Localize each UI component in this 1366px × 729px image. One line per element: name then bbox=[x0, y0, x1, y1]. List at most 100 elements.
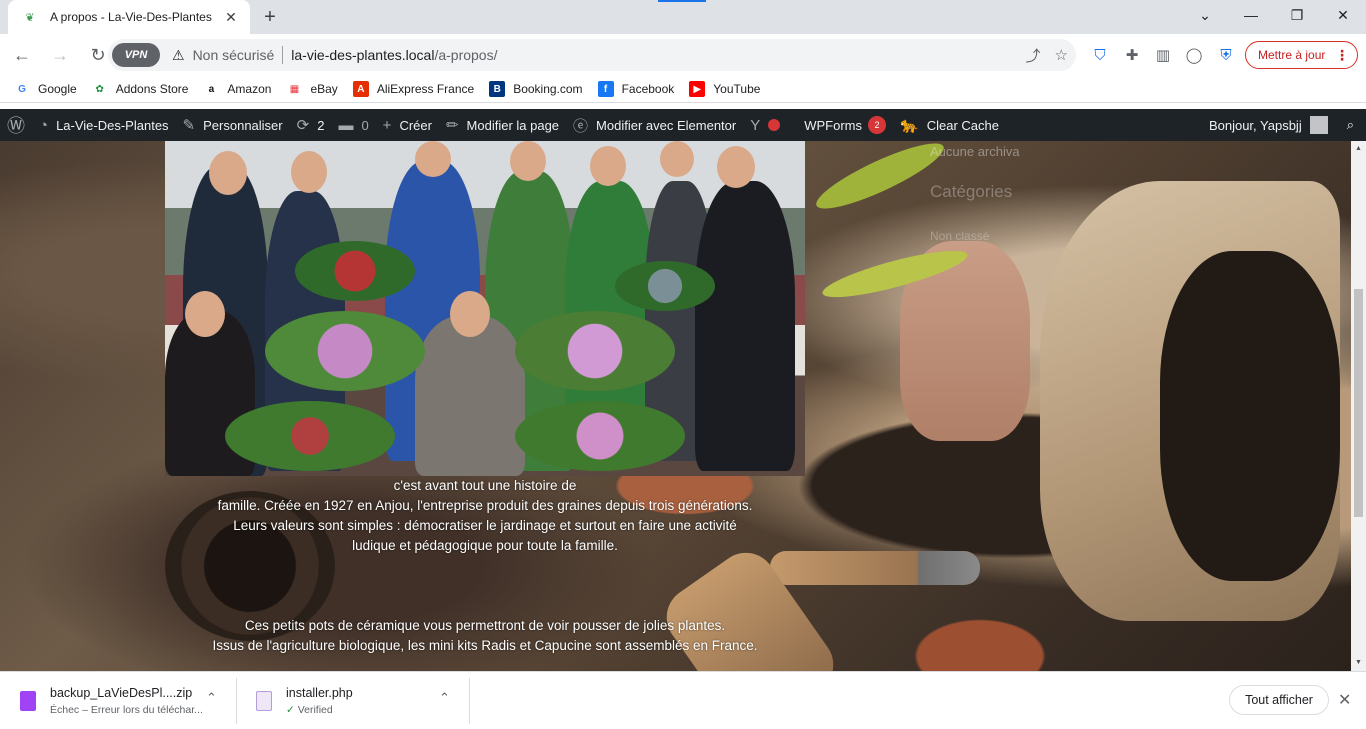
wp-account[interactable]: Bonjour, Yapsbjj bbox=[1202, 109, 1335, 141]
php-file-icon bbox=[256, 690, 272, 711]
wp-edit-page-label: Modifier la page bbox=[466, 117, 560, 133]
close-icon[interactable]: ✕ bbox=[1320, 0, 1366, 30]
more-icon[interactable]: ⋮ bbox=[1335, 47, 1349, 64]
bookmark-addons-store[interactable]: ✿ Addons Store bbox=[92, 81, 189, 97]
photo-head bbox=[660, 141, 694, 177]
text-line: Ces petits pots de céramique vous permet… bbox=[244, 618, 726, 633]
bookmark-youtube[interactable]: ▶ YouTube bbox=[689, 81, 760, 97]
close-icon[interactable]: ✕ bbox=[1338, 690, 1351, 710]
tab-indicator bbox=[658, 0, 706, 2]
wp-edit-elementor-label: Modifier avec Elementor bbox=[596, 117, 737, 133]
decorative-soil bbox=[1160, 251, 1340, 581]
aliexpress-icon: A bbox=[352, 81, 369, 97]
bookmark-amazon[interactable]: a Amazon bbox=[203, 81, 272, 97]
elementor-icon: ⓔ bbox=[573, 117, 589, 135]
plus-icon[interactable]: + bbox=[258, 5, 282, 29]
wp-site-name-label: La-Vie-Des-Plantes bbox=[56, 117, 169, 133]
wp-updates[interactable]: ⟳ 2 bbox=[290, 109, 332, 141]
bookmark-label: Booking.com bbox=[513, 82, 583, 96]
photo-head bbox=[415, 141, 451, 177]
url-path[interactable]: /a-propos/ bbox=[434, 47, 497, 63]
sidepanel-icon[interactable]: ▥ bbox=[1149, 34, 1177, 76]
pencil-icon: ✏ bbox=[445, 117, 459, 134]
minimize-icon[interactable]: — bbox=[1228, 0, 1274, 30]
restore-icon[interactable]: ❐ bbox=[1274, 0, 1320, 30]
booking-icon: B bbox=[489, 81, 506, 97]
wp-site-name[interactable]: ◔ La-Vie-Des-Plantes bbox=[32, 109, 176, 141]
bookmark-aliexpress-france[interactable]: A AliExpress France bbox=[352, 81, 474, 97]
tab-strip: ❦ A propos - La-Vie-Des-Plantes ✕ + ⌄ — … bbox=[0, 0, 1366, 34]
scrollbar-thumb[interactable] bbox=[1354, 289, 1363, 517]
wp-new-content[interactable]: + Créer bbox=[376, 109, 439, 141]
bookmark-google[interactable]: G Google bbox=[14, 81, 77, 97]
show-all-downloads-button[interactable]: Tout afficher bbox=[1229, 685, 1329, 715]
wp-wpforms[interactable]: WPForms 2 bbox=[797, 109, 893, 141]
bookmark-label: Addons Store bbox=[115, 82, 189, 96]
photo-head bbox=[717, 146, 755, 188]
star-icon[interactable]: ☆ bbox=[1055, 46, 1068, 64]
bookmarks-bar: G Google ✿ Addons Store a Amazon ▦ eBay A AliExpr… bbox=[0, 76, 1366, 103]
youtube-icon: ▶ bbox=[689, 81, 706, 97]
photo-plants bbox=[515, 401, 685, 471]
download-item-installer[interactable]: installer.php ✓ Verified bbox=[236, 672, 469, 729]
wp-edit-page[interactable]: ✏ Modifier la page bbox=[439, 109, 566, 141]
facebook-icon: f bbox=[597, 81, 614, 97]
team-photo bbox=[165, 141, 805, 476]
wp-comments[interactable]: ▬ 0 bbox=[331, 109, 375, 141]
ebay-icon: ▦ bbox=[289, 83, 300, 95]
addons-store-icon: ✿ bbox=[95, 83, 104, 95]
wp-seo[interactable]: Y bbox=[743, 109, 797, 141]
chevron-down-icon[interactable]: ⌄ bbox=[1182, 0, 1228, 30]
photo-head bbox=[185, 291, 225, 337]
download-name: backup_LaVieDesPl....zip bbox=[50, 685, 193, 700]
security-label[interactable]: Non sécurisé bbox=[193, 47, 275, 63]
wp-edit-elementor[interactable]: ⓔ Modifier avec Elementor bbox=[566, 109, 743, 141]
download-item-backup[interactable]: backup_LaVieDesPl....zip Échec – Erreur … bbox=[0, 672, 236, 729]
bookmark-ebay[interactable]: ▦ eBay bbox=[286, 81, 338, 97]
sidebar-archives-empty: Aucune archiva bbox=[930, 144, 1020, 159]
protection-icon[interactable]: ⛨ bbox=[1212, 34, 1240, 76]
sidebar-categories-title: Catégories bbox=[930, 182, 1013, 201]
bookmark-facebook[interactable]: f Facebook bbox=[597, 81, 675, 97]
scroll-down-icon[interactable]: ▼ bbox=[1351, 655, 1366, 669]
wp-customize[interactable]: ✎ Personnaliser bbox=[176, 109, 290, 141]
seo-status-dot bbox=[768, 119, 781, 131]
address-bar[interactable]: VPN ⚠ Non sécurisé la-vie-des-plantes.lo… bbox=[108, 39, 1076, 71]
text-line: Issus de l'agriculture biologique, les m… bbox=[212, 638, 758, 653]
bookmark-booking-com[interactable]: B Booking.com bbox=[489, 81, 583, 97]
share-icon[interactable]: ⤴ bbox=[1026, 45, 1041, 66]
page-scrollbar[interactable]: ▲ ▼ bbox=[1351, 109, 1366, 671]
bookmark-label: YouTube bbox=[713, 82, 761, 96]
url-host[interactable]: la-vie-des-plantes.local bbox=[291, 47, 434, 63]
tab-a-propos[interactable]: ❦ A propos - La-Vie-Des-Plantes ✕ bbox=[8, 0, 250, 34]
cache-icon: 🐆 bbox=[900, 117, 919, 134]
download-status: Échec – Erreur lors du téléchar... bbox=[50, 703, 203, 716]
vpn-button[interactable]: VPN bbox=[112, 43, 160, 67]
photo-plants bbox=[615, 261, 715, 311]
about-paragraph-1: c'est avant tout une histoire de famille… bbox=[165, 476, 805, 556]
updates-icon: ⟳ bbox=[296, 117, 310, 134]
wordpress-logo-icon[interactable]: Ⓦ bbox=[0, 109, 32, 141]
forward-arrow-icon[interactable]: → bbox=[44, 39, 76, 71]
sidebar-category-item[interactable]: Non classé bbox=[930, 229, 989, 243]
chevron-up-icon[interactable]: ⌃ bbox=[206, 690, 217, 706]
text-line: c'est avant tout une histoire de bbox=[393, 478, 577, 493]
brush-icon: ✎ bbox=[182, 117, 196, 134]
puzzle-icon[interactable]: ✚ bbox=[1118, 34, 1146, 76]
check-icon: ✓ bbox=[286, 703, 298, 716]
shield-icon[interactable]: ⛉ bbox=[1086, 34, 1114, 76]
search-icon[interactable]: ⌕ bbox=[1335, 109, 1366, 141]
wp-admin-bar: Ⓦ ◔ La-Vie-Des-Plantes ✎ Personnaliser ⟳ 2 … bbox=[0, 109, 1366, 141]
plus-icon: + bbox=[382, 116, 392, 134]
wp-clear-cache[interactable]: 🐆 Clear Cache bbox=[893, 109, 1006, 141]
close-icon[interactable]: ✕ bbox=[222, 8, 240, 26]
photo-head bbox=[450, 291, 490, 337]
update-button[interactable]: Mettre à jour ⋮ bbox=[1245, 41, 1358, 69]
scroll-up-icon[interactable]: ▲ bbox=[1351, 141, 1366, 155]
chevron-up-icon[interactable]: ⌃ bbox=[439, 690, 450, 706]
warning-icon[interactable]: ⚠ bbox=[172, 47, 185, 64]
page-viewport: Ⓦ ◔ La-Vie-Des-Plantes ✎ Personnaliser ⟳ 2 … bbox=[0, 109, 1366, 671]
profile-icon[interactable]: ◯ bbox=[1180, 34, 1208, 76]
back-arrow-icon[interactable]: ← bbox=[6, 39, 38, 71]
bookmark-label: Facebook bbox=[621, 82, 675, 96]
